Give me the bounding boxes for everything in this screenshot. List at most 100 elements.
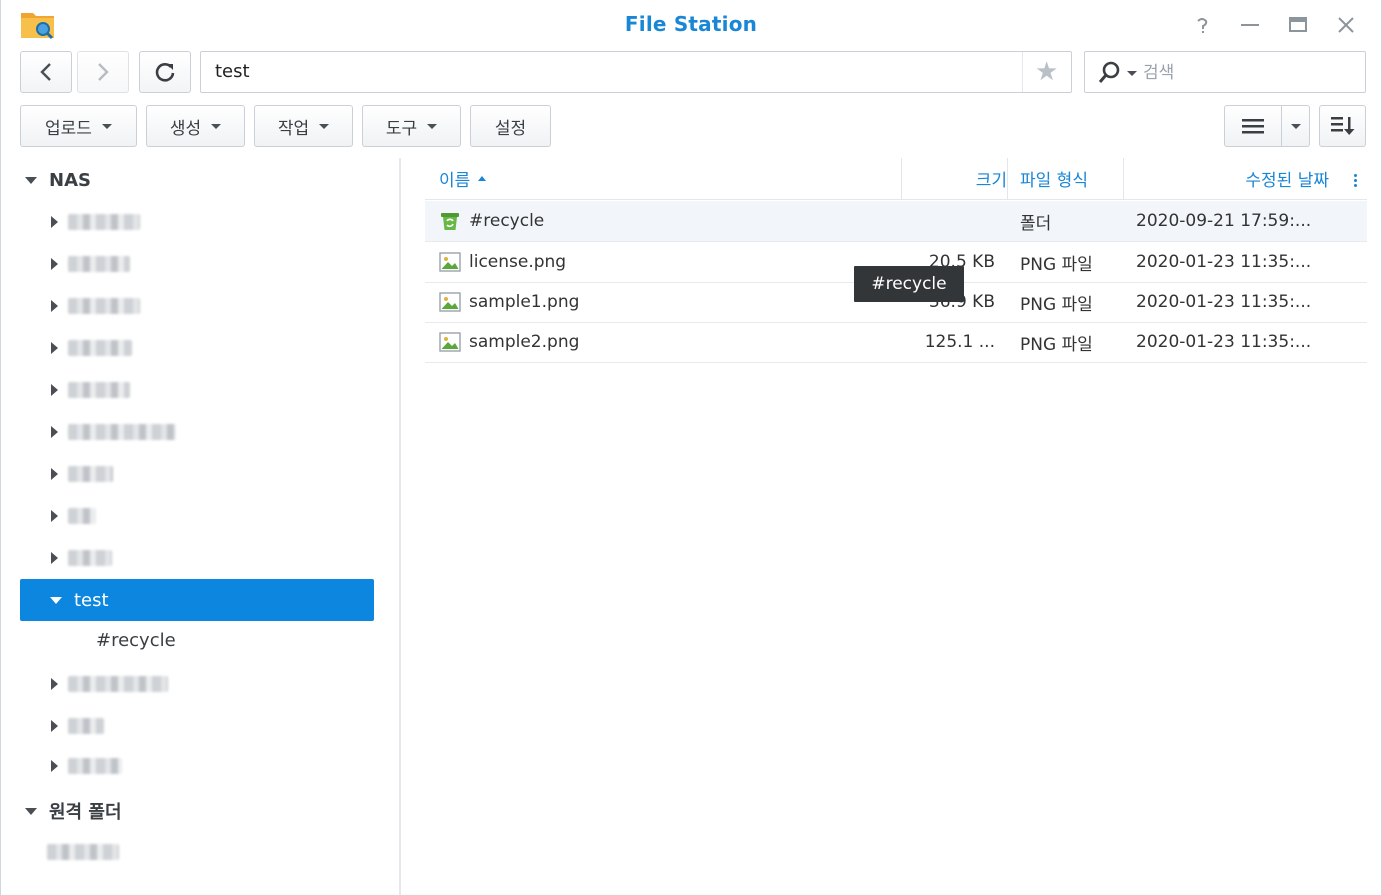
collapse-triangle-icon [51, 760, 58, 772]
create-button[interactable]: 생성 [146, 105, 245, 147]
path-bar[interactable]: test ★ [200, 51, 1072, 93]
file-size [902, 201, 995, 241]
action-button[interactable]: 작업 [254, 105, 353, 147]
collapse-triangle-icon [51, 552, 58, 564]
refresh-button[interactable] [139, 51, 191, 93]
list-view-button[interactable] [1225, 106, 1281, 146]
expand-triangle-icon [25, 177, 37, 184]
tools-button[interactable]: 도구 [362, 105, 461, 147]
back-button[interactable] [20, 51, 72, 93]
tree-item-shared-folder[interactable] [51, 328, 132, 368]
redacted-folder-name [68, 298, 140, 314]
search-box[interactable] [1084, 51, 1366, 93]
collapse-triangle-icon [51, 720, 58, 732]
help-icon[interactable] [1189, 12, 1215, 38]
chevron-down-icon [211, 123, 222, 129]
tree-root-nas[interactable]: NAS [25, 170, 91, 191]
upload-label: 업로드 [45, 118, 92, 139]
redacted-folder-name [47, 844, 119, 860]
chevron-down-icon [1127, 70, 1137, 76]
tree-root-label: NAS [49, 170, 91, 191]
column-divider[interactable] [1007, 158, 1008, 199]
collapse-triangle-icon [51, 678, 58, 690]
chevron-left-icon [40, 63, 51, 81]
redacted-folder-name [68, 424, 176, 440]
image-file-icon [439, 332, 461, 352]
create-label: 생성 [169, 118, 202, 139]
file-type: PNG 파일 [1020, 254, 1093, 275]
refresh-icon [155, 63, 175, 82]
file-row[interactable]: #recycle 폴더 2020-09-21 17:59:... [425, 201, 1367, 242]
file-modified: 2020-01-23 11:35:... [1136, 292, 1312, 312]
redacted-folder-name [68, 718, 104, 734]
redacted-folder-name [68, 508, 96, 524]
file-type: 폴더 [1020, 213, 1052, 234]
pane-splitter[interactable] [399, 158, 401, 895]
action-label: 작업 [277, 118, 310, 139]
tree-root-label: 원격 폴더 [49, 802, 122, 823]
tree-item-label: test [74, 589, 109, 611]
column-options-icon[interactable] [1349, 170, 1361, 190]
tree-item-shared-folder[interactable] [51, 496, 96, 536]
tree-item-test-selected[interactable]: test [20, 579, 374, 621]
star-icon[interactable]: ★ [1035, 58, 1058, 86]
tree-item-shared-folder[interactable] [51, 202, 140, 242]
tree-item-shared-folder[interactable] [51, 454, 113, 494]
file-name: sample1.png [469, 292, 580, 312]
title-bar: File Station [1, 0, 1381, 50]
column-header-name[interactable]: 이름 [439, 158, 901, 199]
file-name: license.png [469, 252, 567, 272]
tree-root-remote-folder[interactable]: 원격 폴더 [25, 798, 122, 824]
minimize-icon[interactable] [1237, 12, 1263, 38]
search-options-button[interactable] [1097, 60, 1141, 86]
file-type: PNG 파일 [1020, 294, 1093, 315]
tree-item-shared-folder[interactable] [51, 538, 112, 578]
file-name: sample2.png [469, 332, 580, 352]
column-header-size[interactable]: 크기 [902, 158, 1007, 199]
collapse-triangle-icon [51, 216, 58, 228]
tooltip: #recycle [854, 266, 964, 302]
search-input[interactable] [1143, 60, 1353, 86]
sort-button[interactable] [1319, 105, 1366, 147]
settings-button[interactable]: 설정 [470, 105, 551, 147]
file-name: #recycle [469, 211, 545, 231]
file-row[interactable]: sample2.png 125.1 ... PNG 파일 2020-01-23 … [425, 322, 1367, 363]
current-path[interactable]: test [215, 61, 250, 82]
upload-button[interactable]: 업로드 [20, 105, 137, 147]
column-header-type[interactable]: 파일 형식 [1020, 158, 1130, 199]
column-type-label: 파일 형식 [1020, 171, 1088, 191]
tree-item-remote-folder[interactable] [47, 832, 119, 872]
file-size: 125.1 ... [924, 332, 995, 352]
image-file-icon [439, 292, 461, 312]
list-view-icon [1242, 119, 1264, 134]
tree-item-shared-folder[interactable] [51, 412, 176, 452]
view-mode-group [1224, 105, 1310, 147]
collapse-triangle-icon [51, 510, 58, 522]
redacted-folder-name [68, 466, 113, 482]
chevron-down-icon [101, 123, 112, 129]
tree-item-shared-folder[interactable] [51, 286, 140, 326]
collapse-triangle-icon [51, 384, 58, 396]
collapse-triangle-icon [51, 426, 58, 438]
tree-item-shared-folder[interactable] [51, 706, 104, 746]
collapse-triangle-icon [51, 468, 58, 480]
tree-item-shared-folder[interactable] [51, 746, 122, 786]
forward-button[interactable] [77, 51, 129, 93]
file-list-header: 이름 크기 파일 형식 수정된 날짜 [425, 158, 1367, 200]
file-modified: 2020-09-21 17:59:... [1136, 211, 1312, 231]
file-type: PNG 파일 [1020, 334, 1093, 355]
sort-icon [1330, 117, 1354, 135]
file-station-window: File Station test ★ 검색 업로드 생성 작업 도구 설정 N… [0, 0, 1382, 895]
tree-item-shared-folder[interactable] [51, 244, 130, 284]
column-modified-label: 수정된 날짜 [1245, 171, 1329, 191]
tree-item-shared-folder[interactable] [51, 370, 130, 410]
view-mode-dropdown[interactable] [1282, 106, 1310, 146]
close-icon[interactable] [1333, 12, 1359, 38]
tree-item-shared-folder[interactable] [51, 664, 168, 704]
collapse-triangle-icon [51, 258, 58, 270]
column-header-modified[interactable]: 수정된 날짜 [1124, 158, 1329, 199]
settings-label: 설정 [494, 118, 527, 139]
chevron-down-icon [319, 123, 330, 129]
maximize-icon[interactable] [1285, 12, 1311, 38]
tree-item-recycle[interactable]: #recycle [96, 630, 176, 651]
